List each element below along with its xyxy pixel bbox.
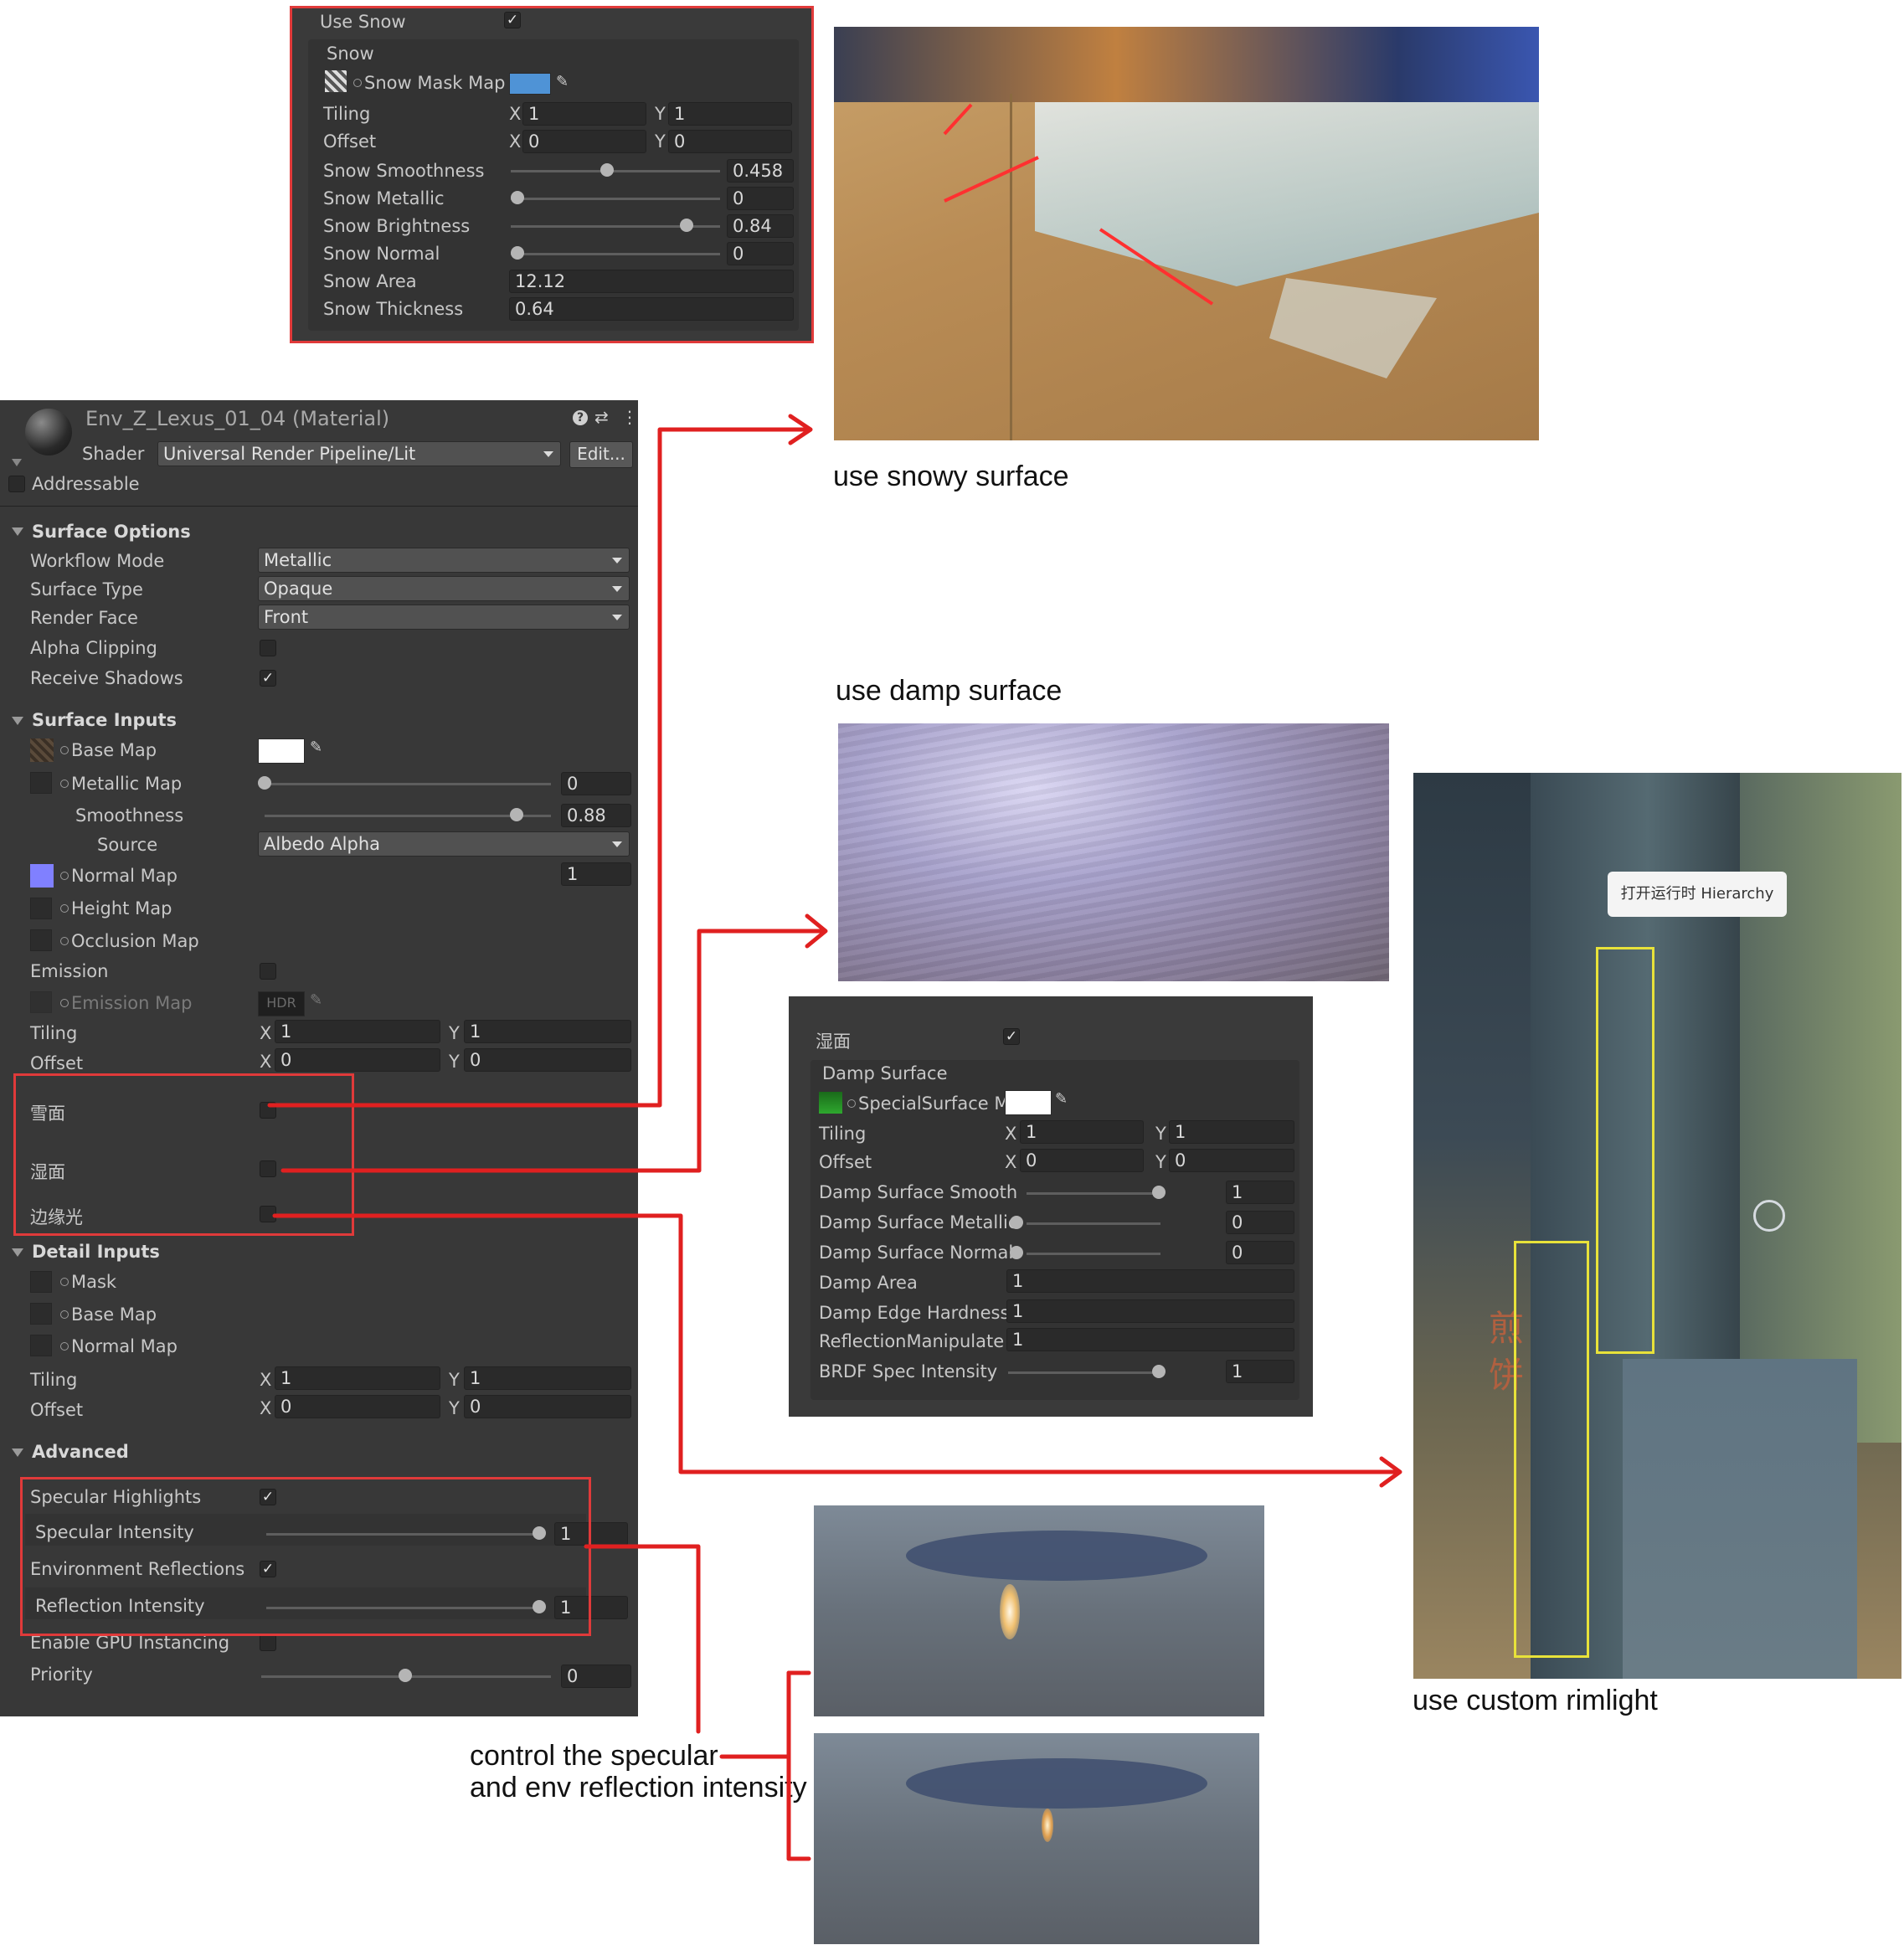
- rim-connector-line: [272, 1213, 1401, 1474]
- snow-highlight-arrow-2: [944, 156, 1039, 203]
- damp-connector-line: [280, 929, 827, 1173]
- spec-bracket: [786, 1670, 796, 1861]
- snow-highlight-arrow-1: [943, 103, 973, 136]
- snow-connector-line: [267, 427, 811, 1108]
- spec-connector-line: [584, 1544, 701, 1734]
- annotation-arrows: [267, 103, 1402, 1861]
- snow-highlight-arrow-3: [1099, 228, 1214, 306]
